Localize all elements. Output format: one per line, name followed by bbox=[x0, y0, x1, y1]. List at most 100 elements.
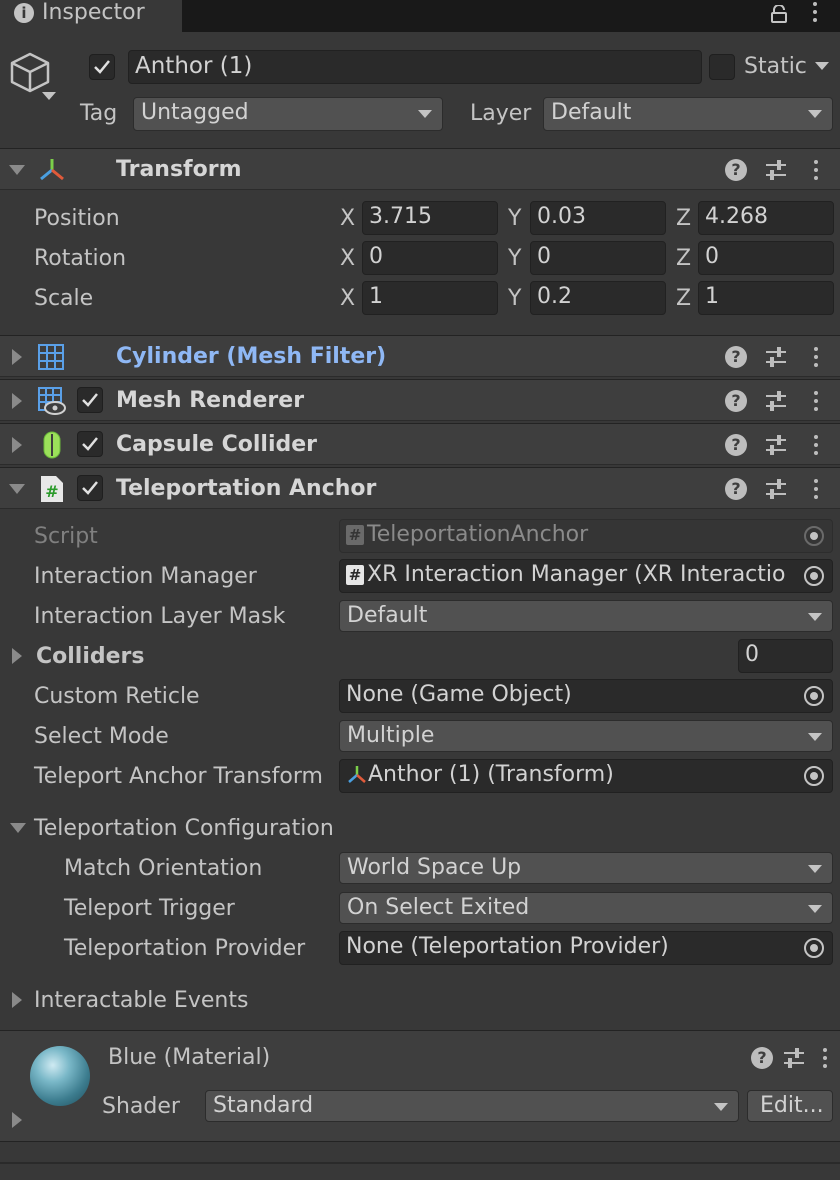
object-picker-icon[interactable] bbox=[804, 766, 824, 786]
axis-x-label[interactable]: X bbox=[340, 204, 355, 234]
object-picker-icon bbox=[804, 526, 824, 546]
axis-z-label[interactable]: Z bbox=[676, 204, 691, 234]
rotation-label: Rotation bbox=[34, 246, 127, 271]
axis-z-label[interactable]: Z bbox=[676, 244, 691, 274]
chevron-down-icon bbox=[808, 110, 822, 118]
enabled-checkbox[interactable] bbox=[77, 431, 103, 457]
teleport-trigger-dropdown[interactable]: On Select Exited bbox=[339, 892, 833, 924]
axis-x-label[interactable]: X bbox=[340, 244, 355, 274]
static-dropdown-caret[interactable] bbox=[815, 62, 829, 70]
interaction-manager-label: Interaction Manager bbox=[34, 564, 257, 589]
help-icon[interactable]: ? bbox=[725, 390, 747, 412]
custom-reticle-value: None (Game Object) bbox=[346, 682, 572, 707]
enabled-checkbox[interactable] bbox=[77, 475, 103, 501]
interaction-manager-value: XR Interaction Manager (XR Interactio bbox=[367, 562, 786, 587]
custom-reticle-field[interactable]: None (Game Object) bbox=[339, 679, 833, 713]
component-menu-icon[interactable] bbox=[814, 391, 818, 411]
help-icon[interactable]: ? bbox=[725, 478, 747, 500]
axis-z-label[interactable]: Z bbox=[676, 284, 691, 314]
help-icon[interactable]: ? bbox=[751, 1047, 773, 1069]
interactable-events-label[interactable]: Interactable Events bbox=[34, 986, 248, 1016]
object-picker-icon[interactable] bbox=[804, 566, 824, 586]
object-name-field[interactable]: Anthor (1) bbox=[128, 50, 702, 84]
lock-icon[interactable] bbox=[770, 4, 788, 23]
inspector-tab[interactable]: i Inspector bbox=[0, 0, 182, 32]
layer-dropdown[interactable]: Default bbox=[543, 97, 833, 131]
match-orientation-dropdown[interactable]: World Space Up bbox=[339, 852, 833, 884]
object-picker-icon[interactable] bbox=[804, 938, 824, 958]
help-icon[interactable]: ? bbox=[725, 346, 747, 368]
presets-icon[interactable] bbox=[764, 390, 788, 412]
teleportation-provider-field[interactable]: None (Teleportation Provider) bbox=[339, 931, 833, 965]
component-menu-icon[interactable] bbox=[814, 479, 818, 499]
axis-y-label[interactable]: Y bbox=[508, 204, 521, 234]
static-checkbox[interactable] bbox=[709, 54, 735, 80]
match-orientation-label: Match Orientation bbox=[64, 856, 263, 881]
presets-icon[interactable] bbox=[764, 346, 788, 368]
foldout-icon[interactable] bbox=[12, 437, 22, 453]
component-menu-icon[interactable] bbox=[814, 160, 818, 180]
teleport-trigger-value: On Select Exited bbox=[347, 895, 530, 920]
rotation-y-field[interactable]: 0 bbox=[530, 241, 666, 275]
shader-label: Shader bbox=[102, 1094, 180, 1119]
enabled-checkbox[interactable] bbox=[77, 387, 103, 413]
axis-y-label[interactable]: Y bbox=[508, 244, 521, 274]
chevron-down-icon bbox=[808, 905, 822, 913]
mesh-renderer-header[interactable]: Mesh Renderer ? bbox=[0, 379, 840, 421]
colliders-size-field[interactable]: 0 bbox=[738, 639, 833, 673]
mesh-filter-header[interactable]: Cylinder (Mesh Filter) ? bbox=[0, 335, 840, 377]
foldout-icon[interactable] bbox=[9, 484, 25, 494]
position-x-field[interactable]: 3.715 bbox=[362, 201, 498, 235]
interaction-manager-field[interactable]: # XR Interaction Manager (XR Interactio bbox=[339, 559, 833, 593]
chevron-down-icon bbox=[808, 733, 822, 741]
edit-label: Edit... bbox=[760, 1093, 824, 1118]
position-y-field[interactable]: 0.03 bbox=[530, 201, 666, 235]
scale-z-field[interactable]: 1 bbox=[698, 281, 834, 315]
foldout-icon[interactable] bbox=[9, 165, 25, 175]
colliders-foldout-icon[interactable] bbox=[12, 648, 22, 664]
select-mode-value: Multiple bbox=[347, 723, 435, 748]
teleport-anchor-header[interactable]: # Teleportation Anchor ? bbox=[0, 467, 840, 509]
active-checkbox[interactable] bbox=[89, 54, 115, 80]
presets-icon[interactable] bbox=[764, 159, 788, 181]
material-menu-icon[interactable] bbox=[823, 1048, 827, 1068]
material-preview-sphere bbox=[30, 1046, 90, 1106]
presets-icon[interactable] bbox=[764, 434, 788, 456]
divider bbox=[0, 1162, 840, 1164]
object-picker-icon[interactable] bbox=[804, 686, 824, 706]
help-icon[interactable]: ? bbox=[725, 159, 747, 181]
rotation-z-field[interactable]: 0 bbox=[698, 241, 834, 275]
tab-menu-icon[interactable] bbox=[813, 2, 817, 22]
shader-dropdown[interactable]: Standard bbox=[205, 1090, 739, 1122]
select-mode-label: Select Mode bbox=[34, 724, 169, 749]
scale-y-field[interactable]: 0.2 bbox=[530, 281, 666, 315]
teleportation-config-label[interactable]: Teleportation Configuration bbox=[34, 814, 334, 844]
position-z-field[interactable]: 4.268 bbox=[698, 201, 834, 235]
material-foldout-icon[interactable] bbox=[12, 1112, 22, 1128]
events-foldout-icon[interactable] bbox=[12, 992, 22, 1008]
axis-y-label[interactable]: Y bbox=[508, 284, 521, 314]
script-icon: # bbox=[346, 565, 364, 585]
foldout-icon[interactable] bbox=[12, 349, 22, 365]
select-mode-dropdown[interactable]: Multiple bbox=[339, 720, 833, 752]
interaction-layer-mask-value: Default bbox=[347, 603, 428, 628]
capsule-collider-header[interactable]: Capsule Collider ? bbox=[0, 423, 840, 465]
component-menu-icon[interactable] bbox=[814, 435, 818, 455]
rotation-x-field[interactable]: 0 bbox=[362, 241, 498, 275]
shader-edit-button[interactable]: Edit... bbox=[747, 1090, 833, 1122]
axis-x-label[interactable]: X bbox=[340, 284, 355, 314]
teleport-anchor-transform-field[interactable]: Anthor (1) (Transform) bbox=[339, 759, 833, 793]
colliders-label[interactable]: Colliders bbox=[36, 642, 145, 672]
interaction-layer-mask-dropdown[interactable]: Default bbox=[339, 600, 833, 632]
tag-dropdown[interactable]: Untagged bbox=[133, 97, 443, 131]
scale-x-field[interactable]: 1 bbox=[362, 281, 498, 315]
component-menu-icon[interactable] bbox=[814, 347, 818, 367]
transform-header[interactable]: Transform ? bbox=[0, 148, 840, 190]
help-icon[interactable]: ? bbox=[725, 434, 747, 456]
foldout-icon[interactable] bbox=[12, 393, 22, 409]
config-foldout-icon[interactable] bbox=[10, 823, 26, 833]
gameobject-icon bbox=[8, 50, 56, 100]
presets-icon[interactable] bbox=[782, 1047, 806, 1069]
interaction-layer-mask-label: Interaction Layer Mask bbox=[34, 604, 286, 629]
presets-icon[interactable] bbox=[764, 478, 788, 500]
